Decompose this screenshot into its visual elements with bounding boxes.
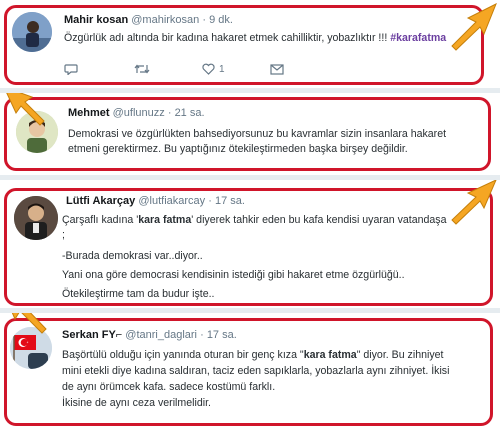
tweet-text-line: -Burada demokrasi var..diyor..: [62, 250, 203, 262]
tweet-time[interactable]: 17 sa.: [215, 195, 245, 207]
hashtag-link[interactable]: #karafatma: [390, 32, 446, 44]
display-name[interactable]: Lütfi Akarçay: [66, 195, 135, 207]
tweet-text: Çarşaflı kadına 'kara fatma' diyerek tah…: [62, 213, 446, 302]
tweet-mahir-kosan[interactable]: Mahir kosan @mahirkosan · 9 dk. Özgürlük…: [0, 0, 500, 88]
retweet-icon: [134, 64, 150, 74]
tweet-text: Özgürlük adı altında bir kadına hakaret …: [64, 31, 446, 46]
reply-button[interactable]: [64, 63, 134, 75]
tweet-time[interactable]: 21 sa.: [175, 107, 205, 119]
retweet-button[interactable]: [134, 63, 202, 75]
display-name[interactable]: Mahir kosan: [64, 14, 128, 26]
user-handle[interactable]: @mahirkosan: [131, 14, 199, 26]
tweet-text-line: etmeni gerektirmez. Bu yaptığınız ötekil…: [68, 143, 408, 155]
tweet-serkan[interactable]: Serkan FY⌐ @tanri_daglari · 17 sa. Başör…: [0, 313, 500, 429]
highlight-arrow-icon: [6, 93, 45, 126]
tweet-mehmet[interactable]: Mehmet @uflunuzz · 21 sa. Demokrasi ve ö…: [0, 93, 500, 175]
tweet-text-line: Özgürlük adı altında bir kadına hakaret …: [64, 32, 388, 44]
tweet-text-line: Çarşaflı kadına 'kara fatma' diyerek tah…: [62, 214, 447, 226]
like-count: 1: [219, 63, 225, 75]
like-button[interactable]: 1: [202, 63, 270, 75]
user-handle[interactable]: @uflunuzz: [113, 107, 165, 119]
tweet-text: Demokrasi ve özgürlükten bahsediyorsunuz…: [68, 127, 446, 157]
avatar[interactable]: [12, 12, 52, 52]
user-handle[interactable]: @lutfiakarcay: [138, 195, 205, 207]
tweet-lutfi-akarcay[interactable]: Lütfi Akarçay @lutfiakarcay · 17 sa. Çar…: [0, 180, 500, 308]
tweet-text: Başörtülü olduğu için yanında oturan bir…: [62, 347, 449, 411]
reply-icon: [64, 64, 78, 75]
separator-dot: ·: [202, 14, 207, 26]
tweet-text-line: mini etekli diye kadına saldıran, taciz …: [62, 365, 450, 377]
heart-icon: [202, 63, 215, 75]
tweet-text-line: ;: [62, 229, 65, 241]
tweet-text-line: Yani ona göre democrasi kendisinin isted…: [62, 269, 405, 281]
highlight-arrow-icon: [451, 2, 497, 51]
tweet-text-line: de aynı örümcek kafa. sadece kostümü far…: [62, 381, 276, 393]
avatar[interactable]: [14, 196, 58, 240]
user-handle[interactable]: @tanri_daglari: [125, 329, 197, 341]
separator-dot: ·: [200, 329, 204, 341]
separator-dot: ·: [167, 107, 172, 119]
tweet-time[interactable]: 9 dk.: [209, 14, 233, 26]
display-name[interactable]: Mehmet: [68, 107, 110, 119]
display-name[interactable]: Serkan FY⌐: [62, 329, 122, 341]
envelope-icon: [270, 63, 284, 75]
direct-message-button[interactable]: [270, 63, 284, 75]
tweet-text-line: İkisine de aynı ceza verilmelidir.: [62, 397, 211, 409]
tweet-text-line: Demokrasi ve özgürlükten bahsediyorsunuz…: [68, 128, 447, 140]
tweet-text-line: Ötekileştirme tam da budur işte..: [62, 288, 215, 300]
highlight-arrow-icon: [11, 313, 47, 334]
separator-dot: ·: [208, 195, 212, 207]
tweet-text-line: Başörtülü olduğu için yanında oturan bir…: [62, 349, 444, 361]
tweet-time[interactable]: 17 sa.: [207, 329, 237, 341]
highlight-arrow-icon: [451, 180, 497, 225]
